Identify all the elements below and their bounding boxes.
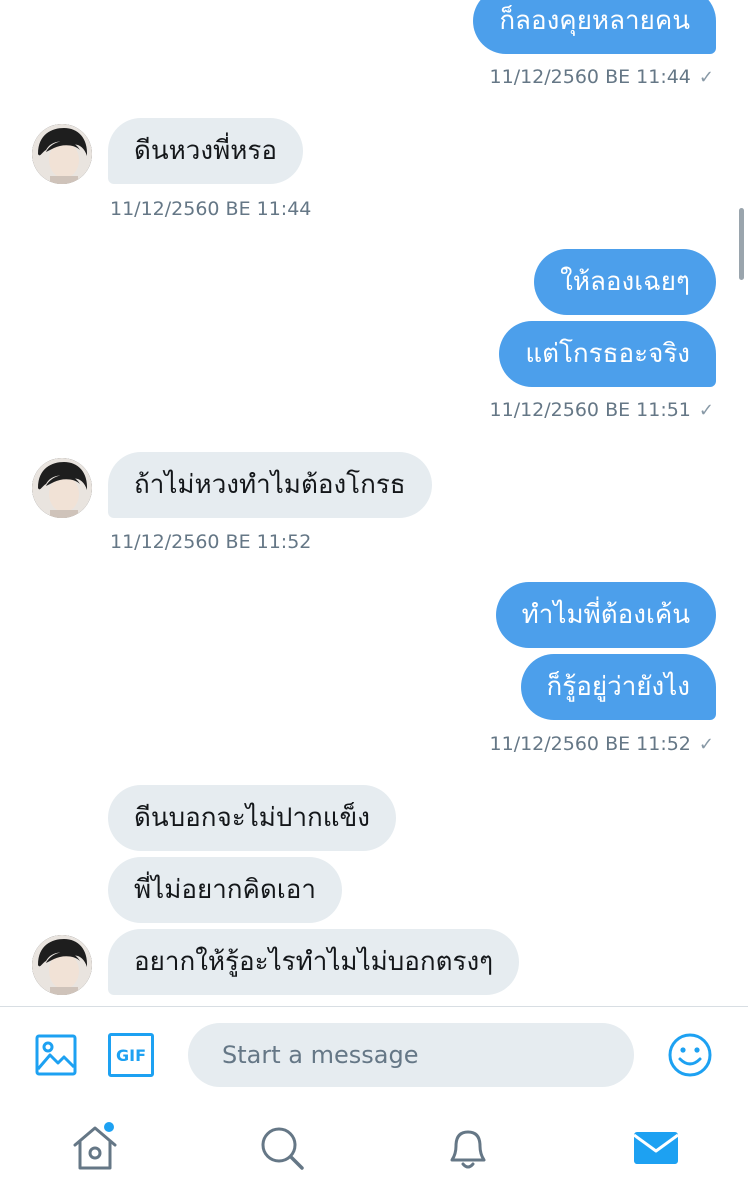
message-bubble-incoming[interactable]: ดีนหวงพี่หรอ	[108, 118, 303, 184]
notification-dot	[104, 1122, 114, 1132]
timestamp-text: 11/12/2560 BE 11:52	[489, 733, 691, 755]
read-check-icon: ✓	[698, 67, 714, 88]
avatar[interactable]	[32, 458, 92, 518]
message-timestamp: 11/12/2560 BE 11:52 ✓	[490, 733, 714, 755]
emoji-button[interactable]	[666, 1031, 714, 1079]
avatar-photo	[32, 124, 92, 184]
message-bubble-incoming[interactable]: พี่ไม่อยากคิดเอา	[108, 857, 342, 923]
message-bubble-incoming[interactable]: อยากให้รู้อะไรทำไมไม่บอกตรงๆ	[108, 929, 520, 995]
gif-icon: GIF	[108, 1033, 154, 1077]
tab-messages[interactable]	[628, 1120, 684, 1176]
message-input[interactable]	[188, 1023, 634, 1087]
avatar[interactable]	[32, 935, 92, 995]
emoji-icon	[668, 1033, 712, 1077]
messages-icon	[633, 1132, 679, 1164]
message-bubble-incoming[interactable]: ดีนบอกจะไม่ปากแข็ง	[108, 785, 397, 851]
message-bubble-incoming[interactable]: ถ้าไม่หวงทำไมต้องโกรธ	[108, 452, 432, 518]
message-bubble-outgoing[interactable]: แต่โกรธอะจริง	[499, 321, 716, 387]
message-bubble-outgoing[interactable]: ก็รู้อยู่ว่ายังไง	[520, 654, 716, 720]
image-icon	[35, 1034, 77, 1076]
gif-button[interactable]: GIF	[108, 1033, 154, 1077]
scrollbar[interactable]	[739, 208, 744, 280]
message-composer: GIF	[0, 1006, 748, 1101]
avatar[interactable]	[32, 124, 92, 184]
conversation-area[interactable]: ก็ลองคุยหลายคน 11/12/2560 BE 11:44 ✓ ดีนห…	[0, 0, 748, 1006]
bottom-tab-bar	[0, 1100, 748, 1200]
message-timestamp: 11/12/2560 BE 11:44	[110, 198, 312, 220]
message-bubble-outgoing[interactable]: ก็ลองคุยหลายคน	[473, 0, 716, 54]
tab-notifications[interactable]	[440, 1120, 496, 1176]
message-timestamp: 11/12/2560 BE 11:44 ✓	[490, 66, 714, 88]
tab-home[interactable]	[66, 1118, 124, 1176]
image-button[interactable]	[34, 1033, 78, 1077]
message-timestamp: 11/12/2560 BE 11:52	[110, 531, 312, 553]
home-icon	[73, 1122, 117, 1170]
message-bubble-outgoing[interactable]: ทำไมพี่ต้องเค้น	[495, 582, 716, 648]
gif-label: GIF	[115, 1045, 146, 1065]
timestamp-text: 11/12/2560 BE 11:44	[489, 66, 691, 88]
notifications-icon	[450, 1130, 486, 1169]
tab-search[interactable]	[254, 1120, 310, 1176]
avatar-photo	[32, 935, 92, 995]
message-timestamp: 11/12/2560 BE 11:51 ✓	[490, 399, 714, 421]
read-check-icon: ✓	[698, 400, 714, 421]
message-bubble-outgoing[interactable]: ให้ลองเฉยๆ	[534, 249, 716, 315]
avatar-photo	[32, 458, 92, 518]
search-icon	[261, 1127, 304, 1170]
read-check-icon: ✓	[698, 734, 714, 755]
timestamp-text: 11/12/2560 BE 11:51	[489, 399, 691, 421]
